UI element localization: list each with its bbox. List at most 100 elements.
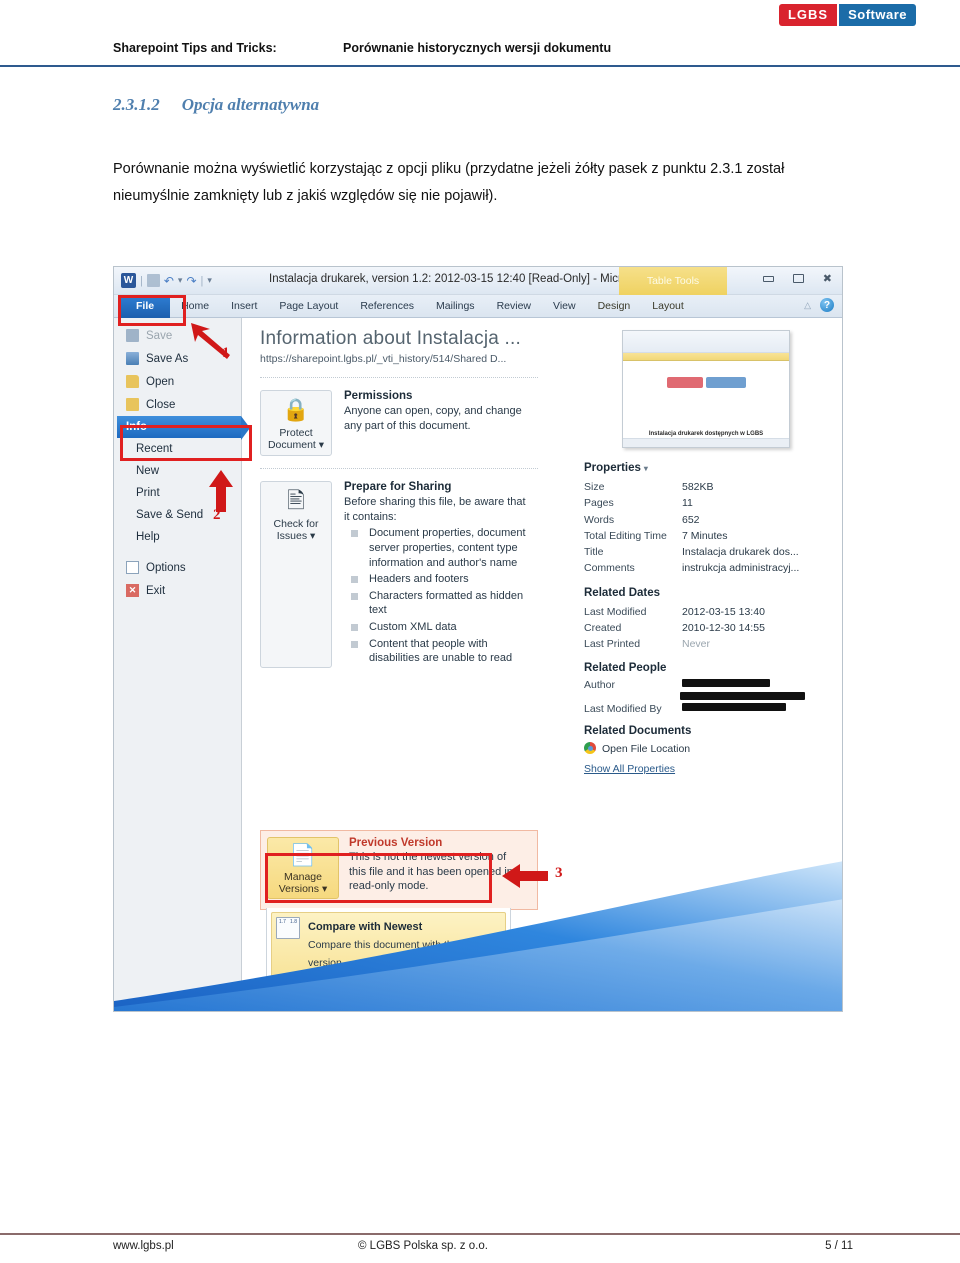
protect-document-line1: Protect	[279, 427, 313, 439]
protect-document-button[interactable]: 🔒 Protect Document ▾	[260, 390, 332, 456]
tab-insert[interactable]: Insert	[220, 295, 268, 318]
property-key: Size	[584, 481, 605, 493]
word-backstage-screenshot: W | ↶ ▾ ↷ | ▾ Instalacja drukarek, versi…	[113, 266, 843, 1012]
nav-item-open[interactable]: Open	[114, 370, 241, 393]
thumbnail-logo	[623, 377, 789, 388]
document-check-icon: 🖹	[287, 488, 305, 513]
prepare-body: Before sharing this file, be aware that …	[344, 496, 526, 523]
permissions-heading: Permissions	[344, 390, 413, 402]
property-value: Never	[682, 638, 711, 651]
property-key: Last Modified	[584, 605, 647, 618]
table-row: Created 2010-12-30 14:55	[584, 620, 828, 636]
menu-item-desc: Make this the newest version.	[307, 1004, 446, 1012]
body-paragraph: Porównanie można wyświetlić korzystając …	[113, 161, 785, 204]
save-icon[interactable]	[146, 274, 160, 287]
open-folder-icon	[126, 375, 139, 388]
property-value: Instalacja drukarek dos...	[682, 546, 799, 559]
redo-icon[interactable]: ↷	[186, 274, 196, 288]
document-thumbnail: Instalacja drukarek dostępnych w LGBS	[622, 330, 790, 448]
author-label: Author	[584, 679, 615, 692]
page-header: LGBS Software Sharepoint Tips and Tricks…	[0, 0, 960, 72]
nav-item-exit[interactable]: ✕ Exit	[114, 579, 241, 602]
backstage-nav[interactable]: Save Save As Open Close Info Recent New	[114, 318, 250, 1011]
page-footer: www.lgbs.pl © LGBS Polska sp. z o.o. 5 /…	[113, 1240, 853, 1252]
last-modified-by-label: Last Modified By	[584, 703, 662, 716]
section-number: 2.3.1.2	[113, 95, 160, 114]
property-value: 582KB	[682, 481, 714, 493]
previous-version-heading: Previous Version	[349, 837, 443, 849]
divider-2	[260, 468, 538, 469]
prepare-text: Prepare for Sharing Before sharing this …	[344, 481, 534, 668]
thumbnail-doc-title: Instalacja drukarek dostępnych w LGBS	[648, 431, 764, 437]
property-key: Created	[584, 621, 622, 634]
quick-access-toolbar[interactable]: W | ↶ ▾ ↷ | ▾	[114, 273, 212, 288]
check-for-issues-button[interactable]: 🖹 Check for Issues ▾	[260, 481, 332, 668]
backstage-view: Save Save As Open Close Info Recent New	[114, 318, 842, 1011]
tab-view[interactable]: View	[542, 295, 587, 318]
nav-label-close: Close	[146, 398, 176, 411]
tab-design[interactable]: Design	[587, 295, 642, 318]
help-icon[interactable]: ?	[820, 298, 834, 312]
prepare-heading: Prepare for Sharing	[344, 481, 452, 493]
thumbnail-caption	[623, 416, 789, 421]
divider-1	[260, 377, 538, 378]
nav-label-save-and-send: Save & Send	[136, 509, 204, 521]
tab-page-layout[interactable]: Page Layout	[268, 295, 349, 318]
collapse-ribbon-icon[interactable]: △	[804, 300, 811, 311]
minimize-icon[interactable]	[762, 275, 774, 282]
table-row: Words 652	[584, 512, 828, 528]
callout-box-info-nav	[120, 425, 252, 461]
tab-review[interactable]: Review	[486, 295, 542, 318]
list-item: Content that people with disabilities ar…	[344, 637, 534, 666]
property-key: Pages	[584, 497, 614, 510]
thumbnail-ribbon	[623, 331, 789, 353]
nav-label-open: Open	[146, 375, 175, 388]
nav-label-options: Options	[146, 561, 186, 574]
nav-label-exit: Exit	[146, 584, 166, 597]
header-title-row: Sharepoint Tips and Tricks: Porównanie h…	[113, 41, 853, 55]
compare-with-newest-text: Compare with Newest Compare this documen…	[308, 917, 501, 971]
chevron-down-icon[interactable]: ▾	[644, 464, 648, 473]
ribbon-tab-strip[interactable]: File Home Insert Page Layout References …	[114, 294, 842, 318]
nav-item-close[interactable]: Close	[114, 393, 241, 416]
callout-number-1: 1	[222, 345, 230, 361]
table-tools-group-label: Table Tools	[619, 267, 727, 295]
show-all-properties-link[interactable]: Show All Properties	[584, 763, 828, 775]
callout-number-2: 2	[213, 507, 221, 523]
maximize-icon[interactable]	[792, 274, 804, 283]
lgbs-software-logo: LGBS Software	[778, 4, 916, 26]
tab-layout[interactable]: Layout	[641, 295, 695, 318]
menu-item-title: Restore	[307, 986, 348, 998]
close-icon[interactable]: ✖	[823, 272, 832, 285]
list-item: Characters formatted as hidden text	[344, 589, 534, 618]
undo-dropdown-icon[interactable]: ▾	[178, 275, 183, 286]
tab-mailings[interactable]: Mailings	[425, 295, 486, 318]
list-item: Document properties, document server pro…	[344, 526, 534, 570]
redaction-bar	[680, 692, 805, 701]
manage-versions-menu[interactable]: 1.7 1.8 Compare with Newest Compare this…	[266, 908, 511, 1012]
restore-menu-item[interactable]: Restore Make this the newest version.	[271, 978, 506, 1012]
customize-qat-icon[interactable]: ▾	[207, 275, 212, 286]
window-controls[interactable]: ✖	[762, 272, 832, 285]
nav-item-options[interactable]: Options	[114, 556, 241, 579]
redaction-bar	[682, 703, 786, 712]
table-row: Total Editing Time 7 Minutes	[584, 528, 828, 544]
version-badge-left: 1.7	[279, 919, 286, 925]
nav-item-help[interactable]: Help	[114, 526, 241, 548]
properties-heading[interactable]: Properties ▾	[584, 462, 828, 474]
close-folder-icon	[126, 398, 139, 411]
thumbnail-logo-lgbs	[666, 377, 703, 388]
compare-with-newest-menu-item[interactable]: 1.7 1.8 Compare with Newest Compare this…	[271, 912, 506, 978]
property-key: Words	[584, 513, 615, 526]
property-value: 11	[682, 497, 693, 510]
property-value: 7 Minutes	[682, 529, 728, 542]
undo-icon[interactable]: ↶	[164, 274, 174, 288]
lock-key-icon: 🔒	[282, 397, 310, 422]
restore-text: Restore Make this the newest version.	[307, 982, 446, 1012]
open-file-location-link[interactable]: Open File Location	[584, 742, 828, 755]
last-modified-by-row: Last Modified By	[584, 703, 828, 715]
ribbon-right-controls[interactable]: △ ?	[804, 298, 834, 312]
word-app-icon: W	[121, 273, 136, 288]
property-key: Comments	[584, 562, 635, 575]
tab-references[interactable]: References	[349, 295, 425, 318]
